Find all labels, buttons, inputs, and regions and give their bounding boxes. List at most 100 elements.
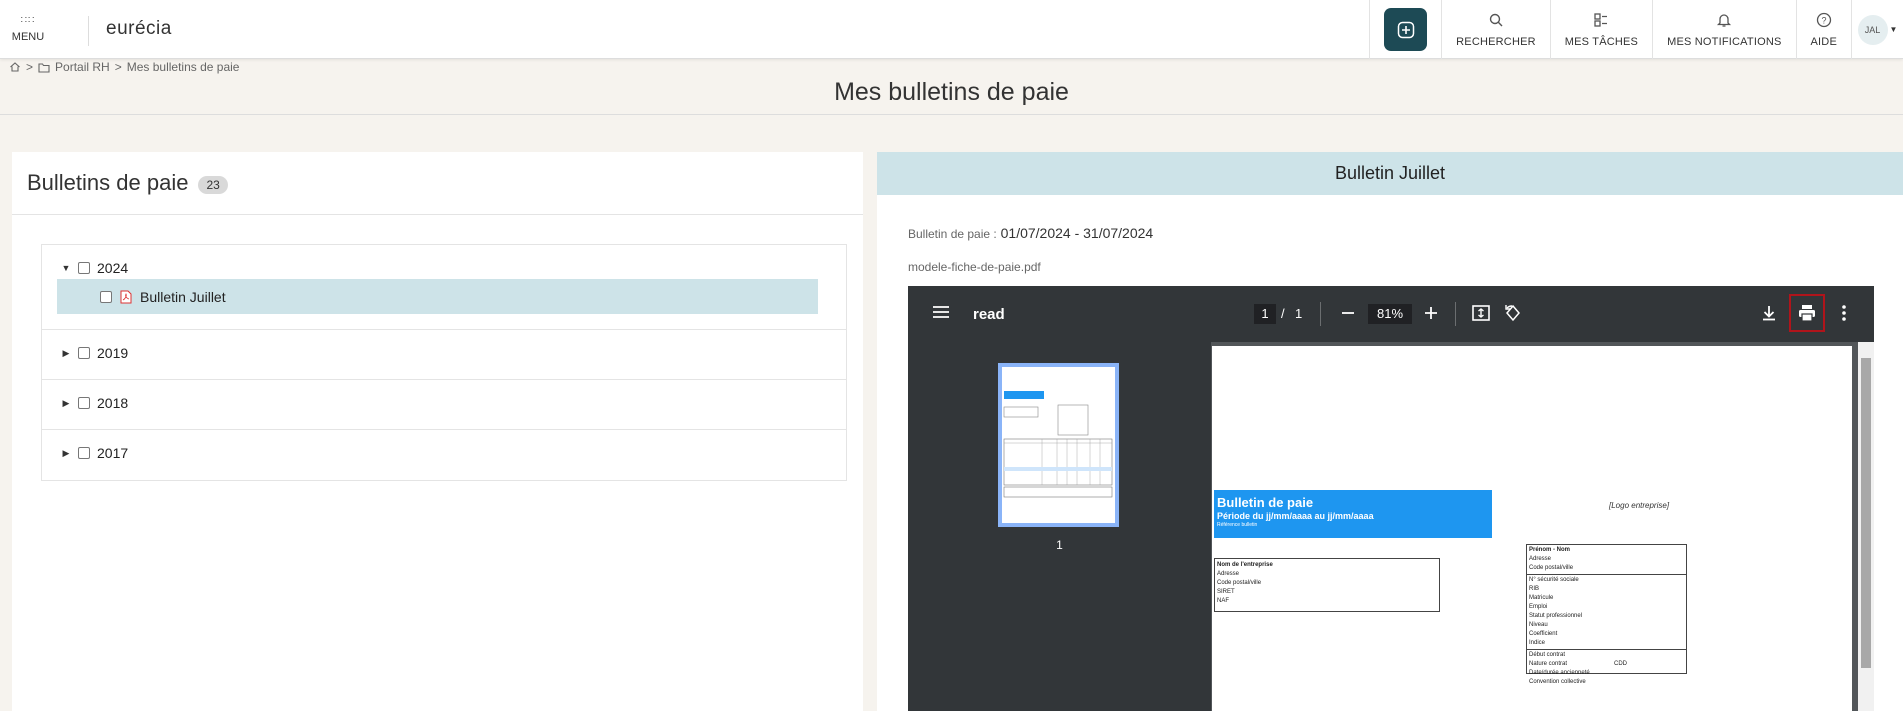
pdf-title: read [973, 306, 1005, 323]
page-number-input[interactable]: 1 [1254, 304, 1276, 324]
year-label: 2019 [97, 345, 129, 361]
year-checkbox[interactable] [78, 262, 90, 274]
tree-year-2017: ▶ 2017 [42, 430, 846, 480]
print-button[interactable] [1789, 294, 1825, 332]
add-button[interactable] [1384, 8, 1428, 51]
title-divider [0, 114, 1903, 115]
doc-banner-ref: Référence bulletin [1217, 522, 1258, 528]
doc-employee-line: Nature contrat [1529, 661, 1568, 667]
doc-employee-line: Indice [1529, 640, 1546, 646]
tree-item-bulletin-juillet[interactable]: Bulletin Juillet [57, 279, 818, 314]
add-area [1369, 0, 1441, 59]
doc-company-line: Adresse [1217, 571, 1240, 577]
doc-employee-section: Début contrat Nature contrat CDD Date/du… [1527, 650, 1686, 688]
doc-banner-period: Période du jj/mm/aaaa au jj/mm/aaaa [1217, 511, 1374, 521]
pdf-viewer: read 1 / 1 81% 1 Bulletin de paie Périod… [908, 286, 1874, 711]
doc-company-line: Code postal/ville [1217, 580, 1262, 586]
page-total: 1 [1295, 306, 1303, 321]
doc-employee-line: Adresse [1529, 556, 1552, 562]
period-info: Bulletin de paie : 01/07/2024 - 31/07/20… [908, 225, 1153, 241]
tasks-icon [1592, 11, 1610, 29]
doc-employee-box: Prénom - Nom Adresse Code postal/ville N… [1526, 544, 1687, 685]
year-label: 2017 [97, 445, 129, 461]
breadcrumb-current: Mes bulletins de paie [126, 60, 240, 74]
panel-header: Bulletins de paie 23 [12, 152, 863, 215]
item-checkbox[interactable] [100, 290, 112, 303]
breadcrumb-separator: > [26, 60, 34, 74]
top-bar: ∷∷ MENU eurécia RECHERCHER MES TÂCHES ME… [0, 0, 1903, 59]
year-tree: ▼ 2024 Bulletin Juillet ▶ 2019 ▶ 2018 ▶ … [41, 244, 847, 481]
nav-tasks[interactable]: MES TÂCHES [1549, 0, 1652, 59]
pdf-page: Bulletin de paie Période du jj/mm/aaaa a… [1212, 346, 1852, 711]
zoom-out-icon[interactable] [1338, 302, 1358, 329]
hamburger-menu-icon[interactable] [932, 304, 950, 325]
doc-company-box: Nom de l'entreprise Adresse Code postal/… [1214, 558, 1440, 612]
year-label: 2018 [97, 395, 129, 411]
year-row[interactable]: ▶ 2019 [61, 343, 129, 363]
menu-button[interactable]: ∷∷ MENU [0, 0, 56, 59]
breadcrumb: > Portail RH > Mes bulletins de paie [9, 60, 239, 74]
doc-employee-name: Prénom - Nom [1529, 547, 1571, 553]
zoom-in-icon[interactable] [1421, 302, 1441, 329]
user-menu[interactable]: JAL ▼ [1851, 0, 1903, 59]
year-row[interactable]: ▼ 2024 [61, 258, 129, 278]
brand-logo[interactable]: eurécia [106, 18, 172, 40]
thumbnail-sidebar: 1 [908, 342, 1211, 711]
year-checkbox[interactable] [78, 347, 90, 359]
year-row[interactable]: ▶ 2018 [61, 393, 129, 413]
doc-employee-line: N° sécurité sociale [1529, 577, 1579, 583]
nav-notifications[interactable]: MES NOTIFICATIONS [1652, 0, 1795, 59]
nav-search-label: RECHERCHER [1456, 36, 1536, 48]
brand-divider [88, 16, 89, 46]
period-key: Bulletin de paie : [908, 227, 997, 241]
print-icon [1799, 305, 1815, 322]
toolbar-divider [1320, 302, 1321, 326]
doc-contract-type: CDD [1614, 661, 1627, 667]
pdf-scrollbar-thumb[interactable] [1861, 358, 1871, 668]
year-label: 2024 [97, 260, 129, 276]
panel-title: Bulletins de paie [27, 170, 189, 195]
avatar: JAL [1857, 14, 1888, 45]
grid-menu-icon: ∷∷ [20, 14, 36, 26]
doc-employee-line: RIB [1529, 586, 1540, 592]
download-icon[interactable] [1759, 303, 1779, 328]
nav-help[interactable]: ? AIDE [1795, 0, 1851, 59]
svg-text:?: ? [1821, 16, 1826, 26]
nav-search[interactable]: RECHERCHER [1441, 0, 1550, 59]
doc-employee-line: Code postal/ville [1529, 565, 1574, 571]
tree-year-2018: ▶ 2018 [42, 380, 846, 430]
pdf-toolbar: read 1 / 1 81% [908, 286, 1874, 342]
caret-right-icon[interactable]: ▶ [61, 398, 71, 409]
doc-company-name: Nom de l'entreprise [1217, 562, 1273, 568]
breadcrumb-portal-link[interactable]: Portail RH [55, 60, 110, 74]
caret-right-icon[interactable]: ▶ [61, 448, 71, 459]
pdf-scrollbar[interactable] [1858, 342, 1874, 711]
period-value: 01/07/2024 - 31/07/2024 [1000, 225, 1154, 241]
file-name: modele-fiche-de-paie.pdf [908, 260, 1041, 274]
pdf-page-area: Bulletin de paie Période du jj/mm/aaaa a… [1211, 342, 1874, 711]
year-row[interactable]: ▶ 2017 [61, 443, 129, 463]
doc-employee-line: Convention collective [1529, 679, 1586, 685]
doc-employee-row: Nature contrat CDD [1529, 660, 1684, 669]
zoom-input[interactable]: 81% [1368, 304, 1412, 324]
page-thumbnail[interactable] [998, 363, 1119, 527]
doc-employee-line: Matricule [1529, 595, 1554, 601]
caret-right-icon[interactable]: ▶ [61, 348, 71, 359]
fit-page-icon[interactable] [1471, 303, 1491, 328]
search-icon [1487, 11, 1505, 29]
more-options-icon[interactable] [1834, 303, 1854, 328]
page-title: Mes bulletins de paie [834, 78, 1069, 106]
doc-banner: Bulletin de paie Période du jj/mm/aaaa a… [1214, 490, 1492, 538]
top-right-nav: RECHERCHER MES TÂCHES MES NOTIFICATIONS … [1369, 0, 1903, 59]
rotate-icon[interactable] [1503, 303, 1523, 328]
payslip-detail-panel: Bulletin Juillet Bulletin de paie : 01/0… [877, 152, 1903, 711]
nav-notifications-label: MES NOTIFICATIONS [1667, 36, 1782, 48]
plus-circle-icon [1397, 21, 1414, 38]
year-checkbox[interactable] [78, 397, 90, 409]
home-icon[interactable] [9, 61, 21, 73]
year-checkbox[interactable] [78, 447, 90, 459]
caret-down-icon[interactable]: ▼ [61, 263, 71, 273]
tree-year-2024: ▼ 2024 Bulletin Juillet [42, 245, 846, 330]
doc-banner-title: Bulletin de paie [1217, 495, 1314, 510]
doc-company-line: NAF [1217, 598, 1229, 604]
